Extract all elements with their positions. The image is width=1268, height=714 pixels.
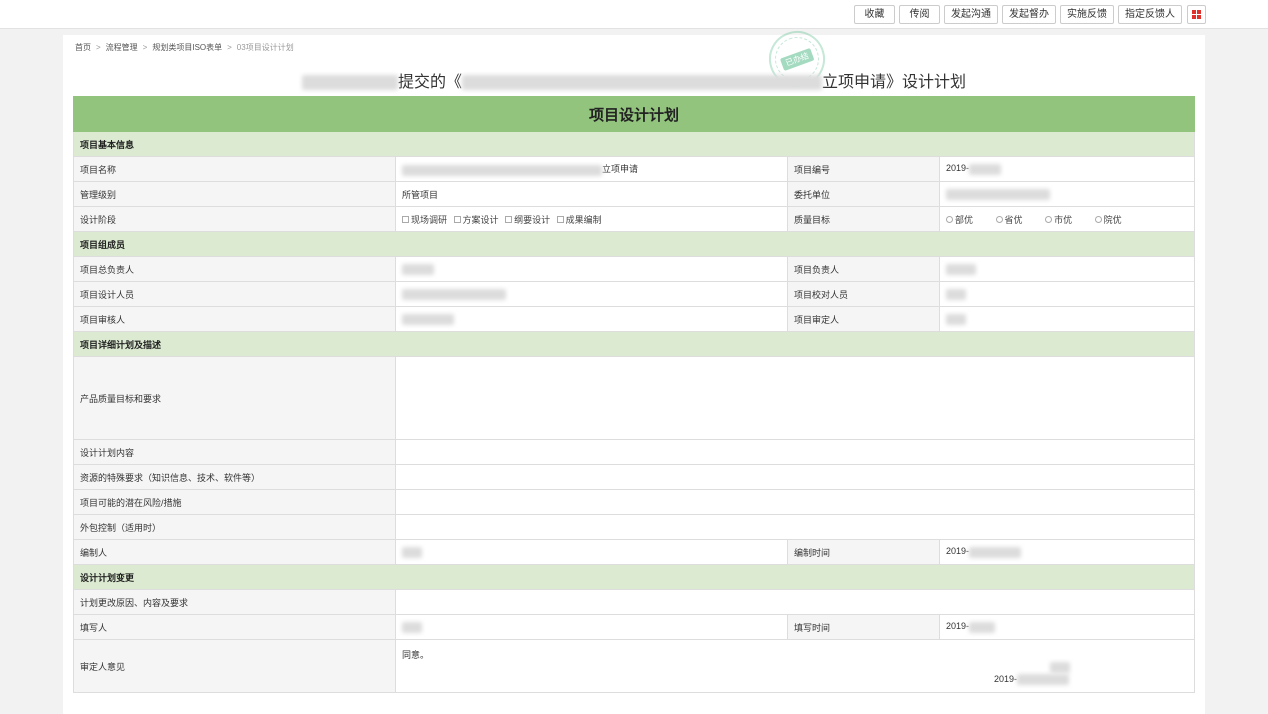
value-resource-req [395, 464, 1195, 490]
option-scheme-design[interactable]: 方案设计 [453, 213, 499, 226]
value-change-reason [395, 589, 1195, 615]
label-project-no: 项目编号 [787, 156, 940, 182]
section-change: 设计计划变更 [73, 564, 1195, 590]
radio-province-excellent[interactable]: 省优 [995, 213, 1023, 226]
assign-feedback-person-button[interactable]: 指定反馈人 [1118, 5, 1182, 24]
option-site-survey[interactable]: 现场调研 [402, 213, 447, 226]
value-compiler [395, 539, 788, 565]
label-compiler: 编制人 [73, 539, 396, 565]
label-quality-req: 产品质量目标和要求 [73, 356, 396, 440]
design-plan-form: 项目设计计划 项目基本信息 项目名称 立项申请 项目编号 2019- 管理级别 … [73, 96, 1195, 693]
redacted-signer [1050, 662, 1070, 673]
label-design-stage: 设计阶段 [73, 206, 396, 232]
checkbox-icon[interactable] [453, 215, 461, 223]
value-project-name: 立项申请 [395, 156, 788, 182]
opinion-date: 2019- [994, 674, 1070, 686]
label-plan-content: 设计计划内容 [73, 439, 396, 465]
checkbox-icon[interactable] [556, 215, 564, 223]
redacted-submitter [301, 75, 398, 91]
label-checkers: 项目校对人员 [787, 281, 940, 307]
breadcrumb-separator: > [227, 43, 232, 52]
opinion-text: 同意。 [402, 650, 430, 660]
value-outsourcing [395, 514, 1195, 540]
breadcrumb-process-management[interactable]: 流程管理 [106, 42, 138, 53]
label-fill-time: 填写时间 [787, 614, 940, 640]
label-reviewer: 项目审核人 [73, 306, 396, 332]
top-bar: 收藏 传阅 发起沟通 发起督办 实施反馈 指定反馈人 [0, 0, 1268, 29]
radio-icon[interactable] [995, 215, 1003, 223]
implementation-feedback-button[interactable]: 实施反馈 [1060, 5, 1114, 24]
checkbox-icon[interactable] [505, 215, 513, 223]
radio-icon[interactable] [946, 215, 953, 223]
value-quality-req [395, 356, 1195, 440]
label-chief-lead: 项目总负责人 [73, 256, 396, 282]
option-outline-design[interactable]: 纲要设计 [505, 213, 550, 226]
value-project-lead [939, 256, 1195, 282]
checkbox-icon[interactable] [402, 215, 409, 223]
label-project-lead: 项目负责人 [787, 256, 940, 282]
title-prefix: 提交的《 [397, 74, 462, 91]
label-approver: 项目审定人 [787, 306, 940, 332]
label-outsourcing: 外包控制（适用时） [73, 514, 396, 540]
value-filler [395, 614, 788, 640]
label-quality-target: 质量目标 [787, 206, 940, 232]
value-compile-time: 2019- [939, 539, 1195, 565]
section-detail: 项目详细计划及描述 [73, 331, 1195, 357]
title-suffix: 立项申请》设计计划 [822, 74, 967, 91]
circulate-button[interactable]: 传阅 [899, 5, 940, 24]
label-client: 委托单位 [787, 181, 940, 207]
value-checkers [939, 281, 1195, 307]
main-page: 首页 > 流程管理 > 规划类项目ISO表单 > 03项目设计计划 已办结 提交… [63, 23, 1205, 714]
breadcrumb-iso-forms[interactable]: 规划类项目ISO表单 [152, 42, 222, 53]
radio-institute-excellent[interactable]: 院优 [1094, 213, 1122, 226]
redacted-project-name [462, 75, 822, 91]
value-fill-time: 2019- [939, 614, 1195, 640]
radio-city-excellent[interactable]: 市优 [1045, 213, 1072, 226]
breadcrumb-home[interactable]: 首页 [75, 42, 91, 53]
label-filler: 填写人 [73, 614, 396, 640]
label-project-name: 项目名称 [73, 156, 396, 182]
radio-icon[interactable] [1094, 215, 1102, 223]
section-members: 项目组成员 [73, 231, 1195, 257]
label-approver-opinion: 审定人意见 [73, 639, 396, 693]
form-caption: 项目设计计划 [73, 96, 1195, 132]
value-reviewer [395, 306, 788, 332]
start-supervision-button[interactable]: 发起督办 [1002, 5, 1056, 24]
label-mgmt-level: 管理级别 [73, 181, 396, 207]
value-approver [939, 306, 1195, 332]
value-project-no: 2019- [939, 156, 1195, 182]
label-resource-req: 资源的特殊要求（知识信息、技术、软件等） [73, 464, 396, 490]
value-approver-opinion: 同意。 2019- [395, 639, 1195, 693]
breadcrumb-current: 03项目设计计划 [236, 43, 294, 52]
breadcrumb-separator: > [96, 43, 101, 52]
breadcrumb-separator: > [142, 43, 148, 52]
value-risk [395, 489, 1195, 515]
value-mgmt-level: 所管项目 [395, 181, 788, 207]
value-client [939, 181, 1195, 207]
toolbar: 收藏 传阅 发起沟通 发起督办 实施反馈 指定反馈人 [854, 5, 1182, 24]
page-title: 提交的《 立项申请》设计计划 [63, 68, 1205, 92]
quality-target-options: 部优 省优 市优 院优 [939, 206, 1195, 232]
design-stage-options: 现场调研 方案设计 纲要设计 成果编制 [395, 206, 788, 232]
start-communication-button[interactable]: 发起沟通 [944, 5, 998, 24]
value-plan-content [395, 439, 1195, 465]
label-change-reason: 计划更改原因、内容及要求 [73, 589, 396, 615]
label-risk: 项目可能的潜在风险/措施 [73, 489, 396, 515]
favorite-button[interactable]: 收藏 [854, 5, 895, 24]
value-designers [395, 281, 788, 307]
label-compile-time: 编制时间 [787, 539, 940, 565]
value-chief-lead [395, 256, 788, 282]
label-designers: 项目设计人员 [73, 281, 396, 307]
option-result-compilation[interactable]: 成果编制 [556, 213, 602, 226]
section-basic-info: 项目基本信息 [73, 131, 1195, 157]
radio-ministry-excellent[interactable]: 部优 [946, 213, 973, 226]
apps-grid-icon[interactable] [1187, 5, 1206, 24]
breadcrumb: 首页 > 流程管理 > 规划类项目ISO表单 > 03项目设计计划 [75, 42, 294, 53]
radio-icon[interactable] [1045, 215, 1053, 223]
